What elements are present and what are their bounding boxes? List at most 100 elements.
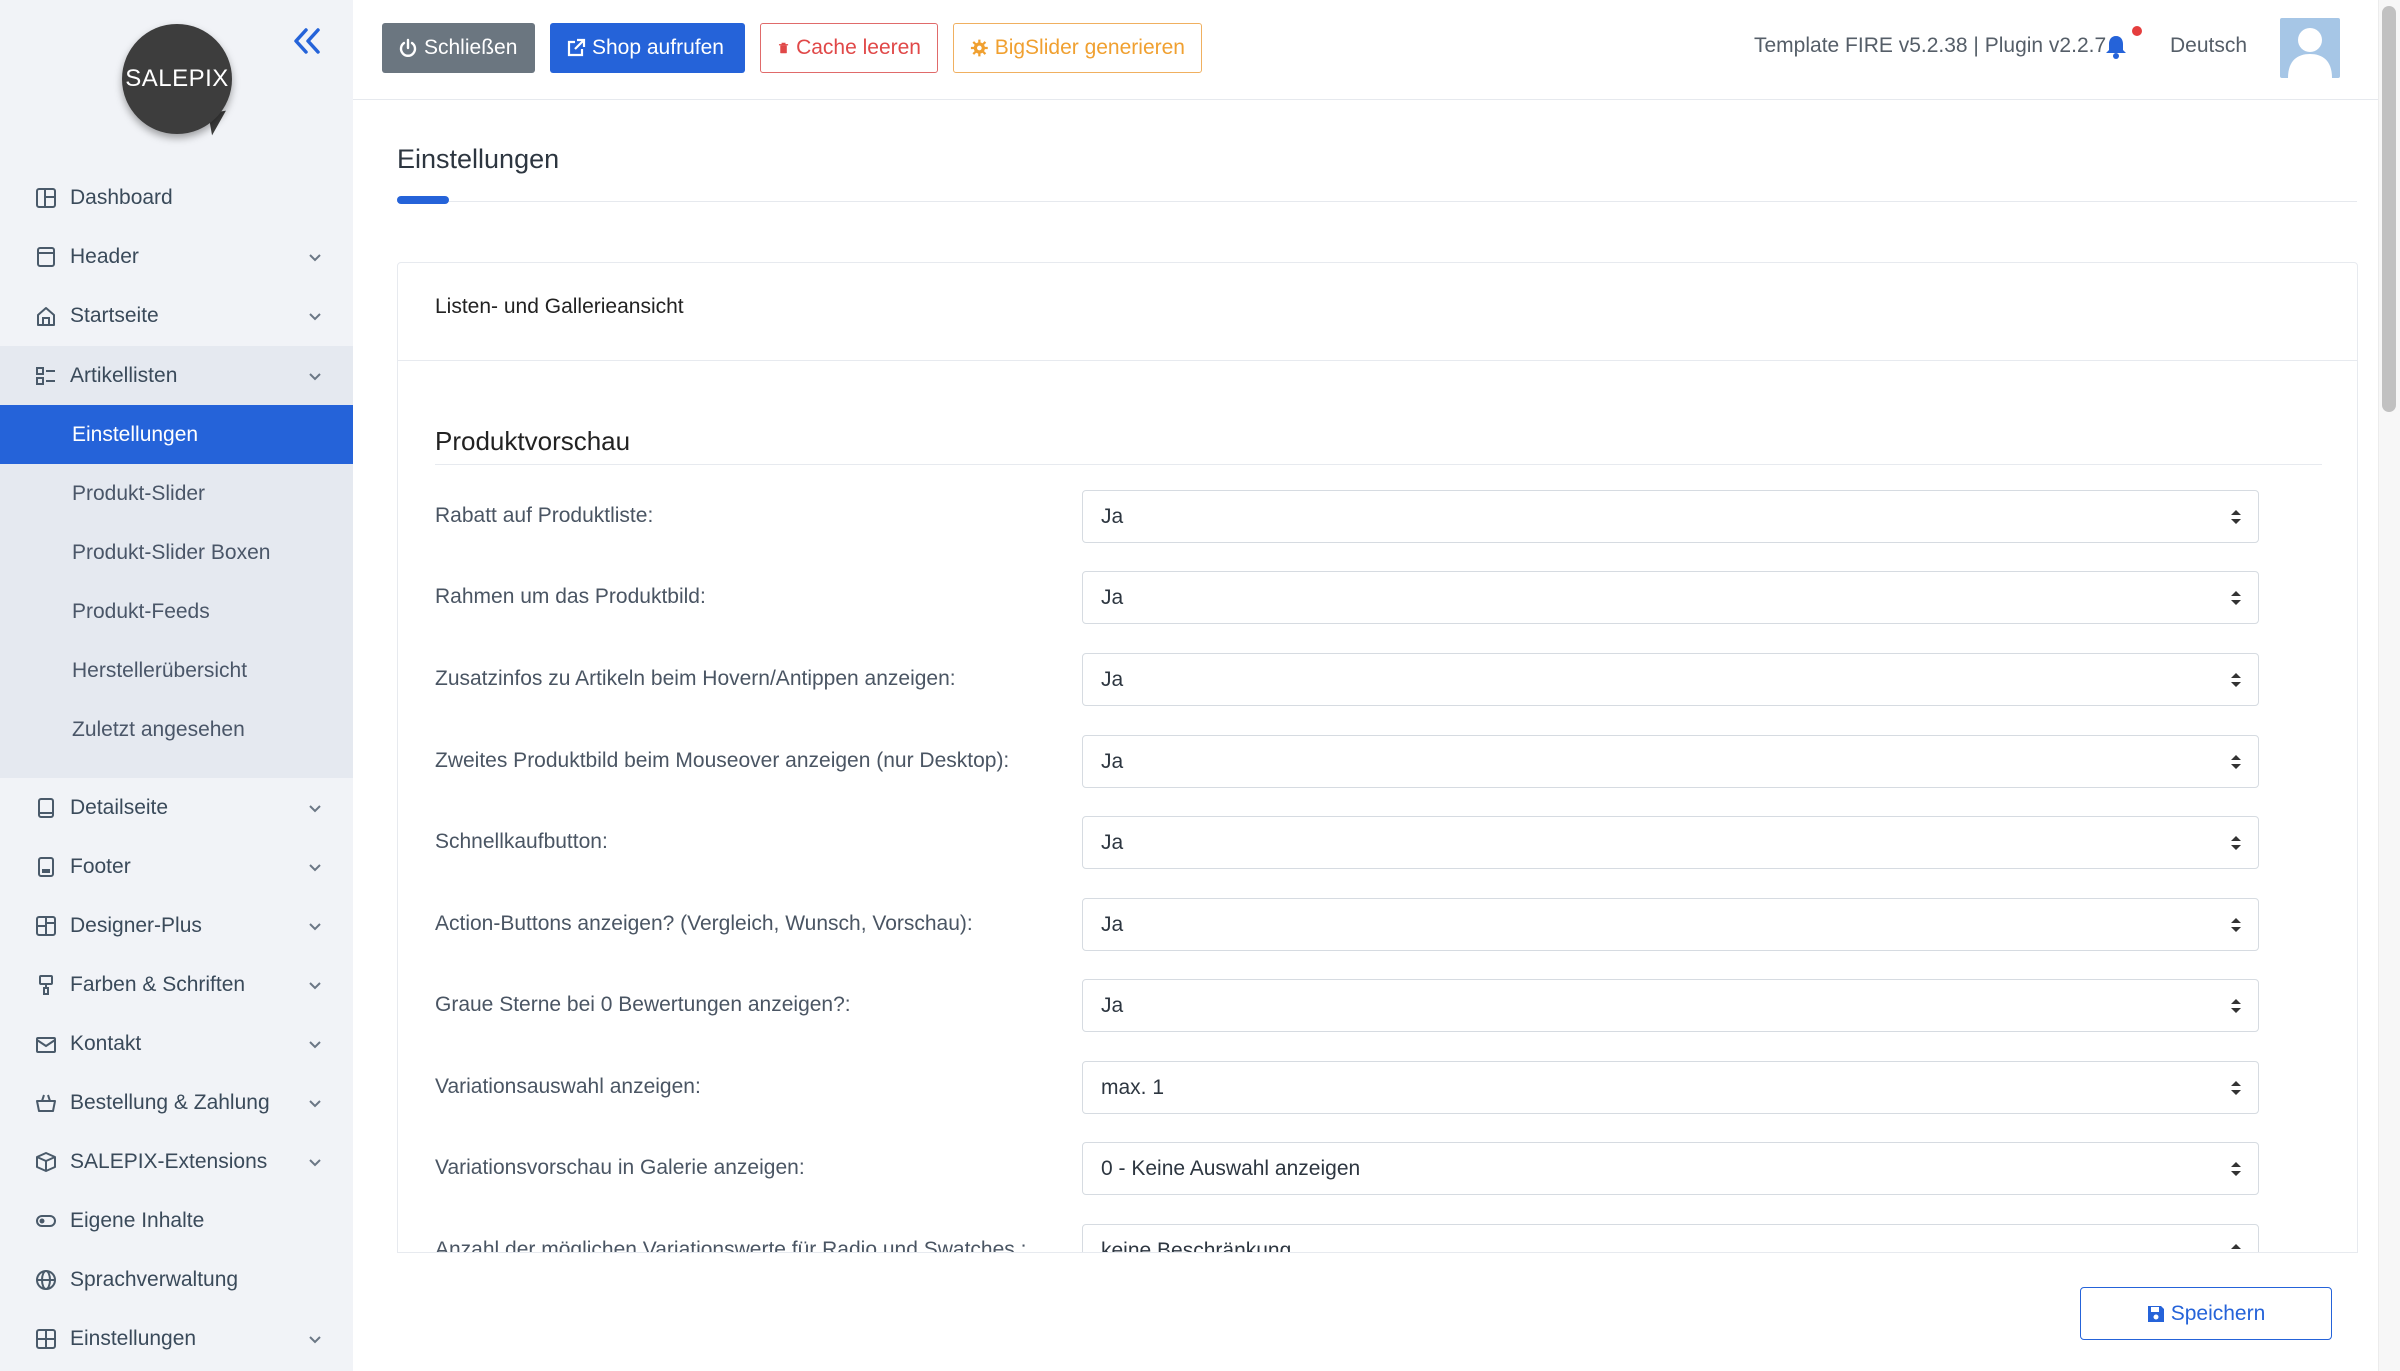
card-header: Listen- und Gallerieansicht <box>398 263 2357 361</box>
sidebar-item-label: SALEPIX-Extensions <box>70 1149 268 1173</box>
trash-icon <box>778 42 789 54</box>
sort-arrows-icon <box>2231 1081 2241 1095</box>
clear-cache-button[interactable]: Cache leeren <box>760 23 938 73</box>
schnellkauf-select[interactable]: Ja <box>1082 816 2259 869</box>
field-label: Zweites Produktbild beim Mouseover anzei… <box>435 749 1010 772</box>
sidebar-item-startseite[interactable]: Startseite <box>0 286 353 345</box>
brush-icon <box>39 974 53 995</box>
sort-arrows-icon <box>2231 1162 2241 1176</box>
sidebar-subitem-produkt-feeds[interactable]: Produkt-Feeds <box>0 582 353 641</box>
close-button-label: Schließen <box>424 36 518 59</box>
sidebar-subitem-label: Herstellerübersicht <box>72 658 248 682</box>
sort-arrows-icon <box>2231 510 2241 524</box>
sidebar-item-footer[interactable]: Footer <box>0 837 353 896</box>
sidebar-collapse-button[interactable] <box>290 24 324 58</box>
external-link-icon <box>567 38 586 57</box>
language-selector[interactable]: Deutsch <box>2170 34 2247 58</box>
sidebar-item-label: Kontakt <box>70 1031 142 1055</box>
clear-cache-button-label: Cache leeren <box>796 36 921 59</box>
sidebar: SALEPIX Dashboard Header Startseite Arti… <box>0 0 353 1371</box>
sidebar-subitem-einstellungen[interactable]: Einstellungen <box>0 405 353 464</box>
form-row: Action-Buttons anzeigen? (Vergleich, Wun… <box>435 898 2325 952</box>
section-divider <box>435 464 2322 465</box>
salepix-logo[interactable]: SALEPIX <box>118 20 238 140</box>
sidebar-item-detailseite[interactable]: Detailseite <box>0 778 353 837</box>
header-icon <box>37 246 55 267</box>
sidebar-item-eigene-inhalte[interactable]: Eigene Inhalte <box>0 1191 353 1250</box>
sidebar-item-bestellung-zahlung[interactable]: Bestellung & Zahlung <box>0 1073 353 1132</box>
sidebar-subitem-produkt-slider[interactable]: Produkt-Slider <box>0 464 353 523</box>
sidebar-item-designer-plus[interactable]: Designer-Plus <box>0 896 353 955</box>
select-value: Ja <box>1101 831 1124 854</box>
sort-arrows-icon <box>2231 836 2241 850</box>
notification-badge <box>2130 24 2144 38</box>
title-divider <box>397 201 2357 202</box>
settings-card: Listen- und Gallerieansicht Produktvorsc… <box>397 262 2358 1371</box>
graue-sterne-select[interactable]: Ja <box>1082 979 2259 1032</box>
sidebar-item-label: Footer <box>70 854 131 878</box>
chevron-down-icon <box>309 981 321 989</box>
section-title: Produktvorschau <box>435 426 631 456</box>
bell-icon[interactable] <box>2104 34 2128 60</box>
card-header-title: Listen- und Gallerieansicht <box>435 295 684 318</box>
sort-arrows-icon <box>2231 918 2241 932</box>
variationsauswahl-select[interactable]: max. 1 <box>1082 1061 2259 1114</box>
field-label: Schnellkaufbutton: <box>435 830 608 853</box>
top-bar: Schließen Shop aufrufen Cache leeren Big… <box>353 0 2378 100</box>
form-row: Zweites Produktbild beim Mouseover anzei… <box>435 735 2325 789</box>
field-label: Zusatzinfos zu Artikeln beim Hovern/Anti… <box>435 667 956 690</box>
chevron-down-icon <box>309 1099 321 1107</box>
sidebar-item-artikellisten[interactable]: Artikellisten <box>0 346 353 405</box>
chevron-down-icon <box>309 863 321 871</box>
main-content: Einstellungen Listen- und Gallerieansich… <box>353 100 2378 1371</box>
zweites-produktbild-select[interactable]: Ja <box>1082 735 2259 788</box>
sidebar-item-label: Startseite <box>70 303 159 327</box>
select-value: Ja <box>1101 505 1124 528</box>
close-button[interactable]: Schließen <box>382 23 535 73</box>
sidebar-item-label: Eigene Inhalte <box>70 1208 205 1232</box>
generate-bigslider-button[interactable]: BigSlider generieren <box>953 23 1202 73</box>
field-label: Variationsvorschau in Galerie anzeigen: <box>435 1156 805 1179</box>
rabatt-select[interactable]: Ja <box>1082 490 2259 543</box>
sidebar-item-label: Header <box>70 244 139 268</box>
field-label: Rahmen um das Produktbild: <box>435 585 706 608</box>
select-value: 0 - Keine Auswahl anzeigen <box>1101 1157 1361 1180</box>
sidebar-subitem-label: Produkt-Slider <box>72 481 206 505</box>
sidebar-item-header[interactable]: Header <box>0 227 353 286</box>
chevron-down-icon <box>309 253 321 261</box>
field-label: Rabatt auf Produktliste: <box>435 504 654 527</box>
sidebar-subitem-label: Produkt-Slider Boxen <box>72 540 271 564</box>
page-title: Einstellungen <box>397 144 560 174</box>
sidebar-item-sprachverwaltung[interactable]: Sprachverwaltung <box>0 1250 353 1309</box>
sidebar-item-label: Farben & Schriften <box>70 972 246 996</box>
sidebar-item-dashboard[interactable]: Dashboard <box>0 168 353 227</box>
sort-arrows-icon <box>2231 755 2241 769</box>
action-buttons-select[interactable]: Ja <box>1082 898 2259 951</box>
zusatzinfos-select[interactable]: Ja <box>1082 653 2259 706</box>
shop-button[interactable]: Shop aufrufen <box>550 23 745 73</box>
shop-button-label: Shop aufrufen <box>592 36 724 59</box>
sidebar-subitem-produkt-slider-boxen[interactable]: Produkt-Slider Boxen <box>0 523 353 582</box>
logo-bubble: SALEPIX <box>122 24 232 134</box>
rahmen-select[interactable]: Ja <box>1082 571 2259 624</box>
sidebar-item-label: Artikellisten <box>70 363 178 387</box>
sidebar-item-label: Dashboard <box>70 185 173 209</box>
action-footer: Speichern <box>397 1252 2358 1371</box>
sidebar-item-farben-schriften[interactable]: Farben & Schriften <box>0 955 353 1014</box>
globe-icon <box>36 1269 56 1290</box>
sort-arrows-icon <box>2231 591 2241 605</box>
generate-bigslider-button-label: BigSlider generieren <box>994 36 1185 59</box>
save-button[interactable]: Speichern <box>2080 1287 2332 1340</box>
sidebar-subitem-zuletzt-angesehen[interactable]: Zuletzt angesehen <box>0 700 353 759</box>
select-value: Ja <box>1101 994 1124 1017</box>
variationsvorschau-select[interactable]: 0 - Keine Auswahl anzeigen <box>1082 1142 2259 1195</box>
sidebar-item-kontakt[interactable]: Kontakt <box>0 1014 353 1073</box>
sidebar-subitem-herstelleruebersicht[interactable]: Herstellerübersicht <box>0 641 353 700</box>
page-scrollbar-thumb[interactable] <box>2382 6 2396 412</box>
form-row: Schnellkaufbutton: Ja <box>435 816 2325 870</box>
sidebar-item-salepix-extensions[interactable]: SALEPIX-Extensions <box>0 1132 353 1191</box>
sidebar-item-einstellungen[interactable]: Einstellungen <box>0 1309 353 1368</box>
select-value: max. 1 <box>1101 1076 1165 1099</box>
designer-icon <box>36 915 56 936</box>
user-avatar[interactable] <box>2280 18 2340 78</box>
